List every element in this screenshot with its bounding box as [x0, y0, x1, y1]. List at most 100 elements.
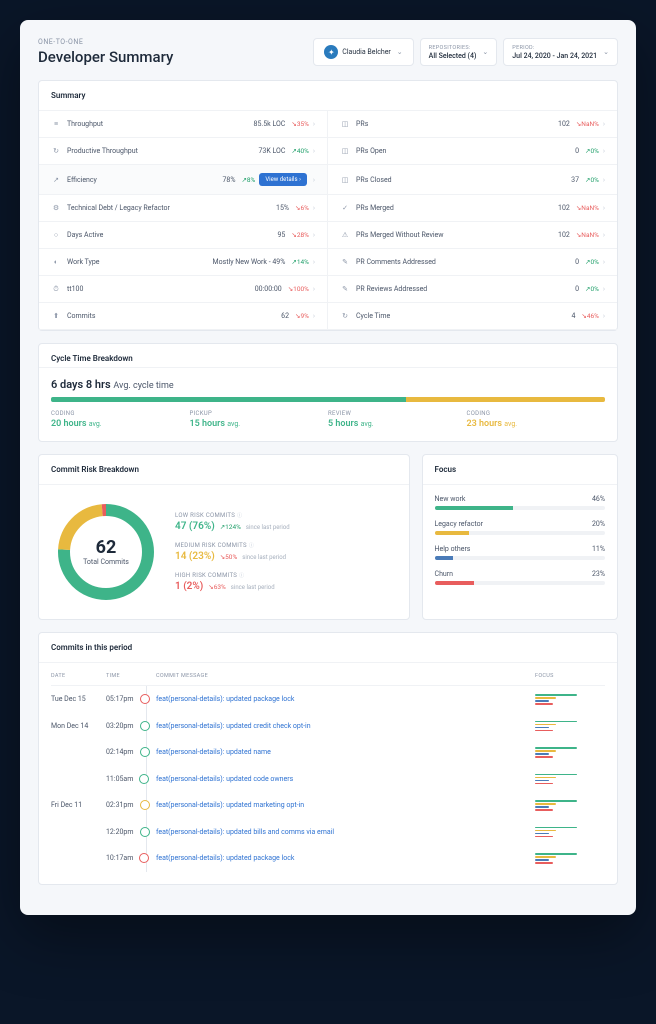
- info-icon[interactable]: ⓘ: [237, 513, 242, 519]
- risk-title: Commit Risk Breakdown: [39, 455, 409, 485]
- info-icon[interactable]: ⓘ: [249, 543, 254, 549]
- commit-message[interactable]: feat(personal-details): updated bills an…: [156, 828, 535, 836]
- metric-icon: ↗: [51, 175, 61, 185]
- commit-time: 12:20pm: [106, 827, 156, 837]
- chevron-right-icon: ›: [313, 231, 315, 239]
- metric-delta: ↗0%: [585, 258, 599, 266]
- commit-row: 02:14pm feat(personal-details): updated …: [51, 739, 605, 766]
- summary-row[interactable]: ○ Days Active 95 ↘28% ›: [39, 222, 328, 249]
- commit-time: 05:17pm: [106, 694, 156, 704]
- commit-time: 10:17am: [106, 853, 156, 863]
- metric-name: PRs: [356, 120, 558, 128]
- metric-value: 37: [571, 176, 579, 184]
- summary-row[interactable]: ⚠ PRs Merged Without Review 102 ↘NaN% ›: [328, 222, 617, 249]
- commit-focus: [535, 694, 605, 705]
- repositories-dropdown[interactable]: REPOSITORIES: All Selected (4) ⌄: [420, 38, 498, 66]
- metric-icon: ↻: [340, 311, 350, 321]
- commit-focus: [535, 774, 605, 785]
- person-dropdown[interactable]: ✦ Claudia Belcher ⌄: [313, 38, 413, 66]
- commit-row: 11:05am feat(personal-details): updated …: [51, 766, 605, 793]
- commit-date: Tue Dec 15: [51, 695, 106, 703]
- summary-row[interactable]: ⬆ Commits 62 ↘9% ›: [39, 303, 328, 330]
- metric-value: 102: [558, 120, 570, 128]
- focus-item: Legacy refactor20%: [435, 520, 605, 535]
- commit-message[interactable]: feat(personal-details): updated code own…: [156, 775, 535, 783]
- period-label: PERIOD:: [512, 45, 597, 51]
- metric-icon: ↻: [51, 146, 61, 156]
- commits-card: Commits in this period DATE TIME COMMIT …: [38, 632, 618, 885]
- commit-message[interactable]: feat(personal-details): updated name: [156, 748, 535, 756]
- info-icon[interactable]: ⓘ: [239, 573, 244, 579]
- summary-row[interactable]: ≡ Throughput 85.5k LOC ↘35% ›: [39, 111, 328, 138]
- risk-dot-icon: [140, 747, 150, 757]
- commit-message[interactable]: feat(personal-details): updated marketin…: [156, 801, 535, 809]
- commit-focus: [535, 827, 605, 838]
- chevron-right-icon: ›: [603, 176, 605, 184]
- metric-delta: ↗8%: [241, 176, 255, 184]
- commit-time: 03:20pm: [106, 721, 156, 731]
- risk-dot-icon: [139, 774, 149, 784]
- metric-delta: ↘NaN%: [576, 120, 599, 128]
- summary-row[interactable]: ◐ Work Type Mostly New Work - 49% ↗14% ›: [39, 249, 328, 276]
- metric-icon: ✓: [340, 203, 350, 213]
- metric-name: PRs Merged Without Review: [356, 231, 558, 239]
- metric-delta: ↗0%: [585, 147, 599, 155]
- metric-icon: ◫: [340, 175, 350, 185]
- chevron-right-icon: ›: [603, 147, 605, 155]
- summary-row[interactable]: ⏱ tt100 00:00:00 ↘100% ›: [39, 276, 328, 303]
- metric-value: 102: [558, 204, 570, 212]
- summary-row[interactable]: ↗ Efficiency 78% ↗8% View details › ›: [39, 165, 328, 195]
- focus-card: Focus New work46% Legacy refactor20% Hel…: [422, 454, 618, 620]
- summary-row[interactable]: ↻ Productive Throughput 73K LOC ↗40% ›: [39, 138, 328, 165]
- metric-name: Throughput: [67, 120, 254, 128]
- summary-row[interactable]: ✎ PR Reviews Addressed 0 ↗0% ›: [328, 276, 617, 303]
- summary-row[interactable]: ⚙ Technical Debt / Legacy Refactor 15% ↘…: [39, 195, 328, 222]
- view-details-button[interactable]: View details ›: [259, 173, 307, 186]
- summary-row[interactable]: ✓ PRs Merged 102 ↘NaN% ›: [328, 195, 617, 222]
- metric-delta: ↘9%: [295, 312, 309, 320]
- commit-row: 10:17am feat(personal-details): updated …: [51, 845, 605, 872]
- metric-delta: ↘35%: [291, 120, 309, 128]
- metric-delta: ↘NaN%: [576, 231, 599, 239]
- summary-row[interactable]: ◫ PRs 102 ↘NaN% ›: [328, 111, 617, 138]
- metric-icon: ⏱: [51, 284, 61, 294]
- cycle-bar: [51, 397, 605, 402]
- cycle-segment: [228, 397, 361, 402]
- metric-icon: ◐: [51, 257, 61, 267]
- metric-name: Productive Throughput: [67, 147, 258, 155]
- summary-row[interactable]: ✎ PR Comments Addressed 0 ↗0% ›: [328, 249, 617, 276]
- metric-delta: ↘NaN%: [576, 204, 599, 212]
- period-dropdown[interactable]: PERIOD: Jul 24, 2020 - Jan 24, 2021 ⌄: [503, 38, 618, 66]
- metric-icon: ⚙: [51, 203, 61, 213]
- period-value: Jul 24, 2020 - Jan 24, 2021: [512, 52, 597, 60]
- summary-row[interactable]: ◫ PRs Closed 37 ↗0% ›: [328, 165, 617, 195]
- summary-title: Summary: [39, 81, 617, 111]
- commit-message[interactable]: feat(personal-details): updated credit c…: [156, 722, 535, 730]
- metric-value: 0: [575, 147, 579, 155]
- chevron-right-icon: ›: [603, 258, 605, 266]
- metric-value: 73K LOC: [258, 147, 285, 155]
- donut-label: Total Commits: [83, 558, 129, 566]
- commit-row: Tue Dec 15 05:17pm feat(personal-details…: [51, 686, 605, 713]
- commit-message[interactable]: feat(personal-details): updated package …: [156, 854, 535, 862]
- commit-message[interactable]: feat(personal-details): updated package …: [156, 695, 535, 703]
- risk-dot-icon: [139, 853, 149, 863]
- risk-dot-icon: [140, 800, 150, 810]
- cycle-segment: [406, 397, 605, 402]
- metric-delta: ↘46%: [581, 312, 599, 320]
- metric-delta: ↗0%: [585, 285, 599, 293]
- risk-item: MEDIUM RISK COMMITSⓘ 14 (23%) ↘50% since…: [175, 542, 397, 562]
- summary-row[interactable]: ↻ Cycle Time 4 ↘46% ›: [328, 303, 617, 330]
- metric-name: Days Active: [67, 231, 278, 239]
- chevron-right-icon: ›: [313, 120, 315, 128]
- metric-icon: ≡: [51, 119, 61, 129]
- commit-row: 12:20pm feat(personal-details): updated …: [51, 819, 605, 846]
- cycle-stat: CODING20 hours avg.: [51, 410, 190, 429]
- summary-row[interactable]: ◫ PRs Open 0 ↗0% ›: [328, 138, 617, 165]
- metric-name: Efficiency: [67, 176, 222, 184]
- commit-row: Mon Dec 14 03:20pm feat(personal-details…: [51, 713, 605, 740]
- chevron-right-icon: ›: [313, 285, 315, 293]
- commit-focus: [535, 747, 605, 758]
- risk-dot-icon: [140, 721, 150, 731]
- chevron-right-icon: ›: [313, 312, 315, 320]
